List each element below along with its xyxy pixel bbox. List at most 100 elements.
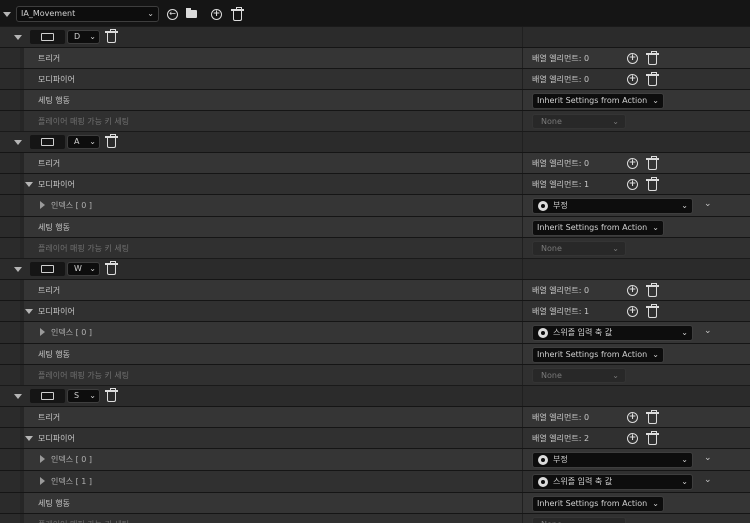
chevron-down-icon[interactable]: ⌄	[704, 326, 712, 336]
trash-icon[interactable]	[646, 283, 659, 297]
setting-behavior-select[interactable]: Inherit Settings from Action ⌄	[532, 220, 664, 236]
input-action-combo[interactable]: IA_Movement ⌄	[16, 6, 159, 22]
keyboard-icon[interactable]	[30, 135, 65, 149]
trash-icon[interactable]	[105, 388, 118, 402]
expand-arrow-icon[interactable]	[25, 436, 33, 441]
setting-behavior-select[interactable]: Inherit Settings from Action ⌄	[532, 347, 664, 363]
trash-icon[interactable]	[105, 29, 118, 43]
expand-arrow-icon[interactable]	[40, 328, 45, 336]
keyboard-icon[interactable]	[30, 262, 65, 276]
add-modifier-icon[interactable]: +	[627, 306, 638, 317]
trash-icon[interactable]	[231, 7, 244, 21]
player-mappable-value: None	[541, 117, 562, 126]
triggers-label: 트리거	[38, 159, 61, 168]
key-select[interactable]: D ⌄	[67, 30, 100, 44]
trash-icon[interactable]	[646, 156, 659, 170]
add-trigger-icon[interactable]: +	[627, 412, 638, 423]
collapse-arrow-icon[interactable]	[14, 140, 22, 145]
chevron-down-icon[interactable]: ⌄	[704, 475, 712, 485]
modifiers-count: 배열 엘리먼트: 0	[532, 75, 590, 84]
expand-arrow-icon[interactable]	[25, 182, 33, 187]
modifier-select[interactable]: 스위즐 입력 축 값 ⌄	[532, 325, 693, 341]
trash-icon[interactable]	[105, 134, 118, 148]
setting-behavior-value: Inherit Settings from Action	[537, 499, 648, 508]
add-trigger-icon[interactable]: +	[627, 285, 638, 296]
expand-arrow-icon[interactable]	[25, 309, 33, 314]
chevron-down-icon[interactable]: ⌄	[704, 199, 712, 209]
keyboard-icon[interactable]	[30, 30, 65, 44]
modifiers-count: 배열 엘리먼트: 2	[532, 434, 590, 443]
chevron-down-icon: ⌄	[89, 137, 96, 146]
player-mappable-row: 플레이어 매핑 가능 키 세팅 None ⌄	[0, 364, 750, 385]
setting-behavior-value: Inherit Settings from Action	[537, 223, 648, 232]
key-select[interactable]: W ⌄	[67, 262, 100, 276]
keyboard-icon[interactable]	[30, 389, 65, 403]
chevron-down-icon: ⌄	[89, 391, 96, 400]
player-mappable-value: None	[541, 371, 562, 380]
modifier-index-label: 인덱스 [ 0 ]	[51, 455, 93, 464]
top-toolbar: IA_Movement ⌄ ← +	[0, 0, 750, 28]
modifier-value: 스위즐 입력 축 값	[553, 328, 613, 337]
setting-behavior-label: 세팅 행동	[38, 350, 70, 359]
expand-arrow-icon[interactable]	[40, 455, 45, 463]
modifiers-label: 모디파이어	[38, 75, 75, 84]
add-modifier-icon[interactable]: +	[627, 433, 638, 444]
chevron-down-icon: ⌄	[681, 328, 688, 337]
collapse-arrow-icon[interactable]	[14, 394, 22, 399]
player-mappable-select[interactable]: None ⌄	[532, 368, 626, 383]
modifier-select[interactable]: 부정 ⌄	[532, 452, 693, 468]
trash-icon[interactable]	[105, 261, 118, 275]
modifiers-label: 모디파이어	[38, 180, 75, 189]
add-modifier-icon[interactable]: +	[627, 179, 638, 190]
chevron-down-icon[interactable]: ⌄	[704, 453, 712, 463]
modifier-index-row: 인덱스 [ 1 ] 스위즐 입력 축 값 ⌄ ⌄	[0, 470, 750, 492]
add-trigger-icon[interactable]: +	[627, 53, 638, 64]
modifiers-row: 모디파이어 배열 엘리먼트: 1 +	[0, 300, 750, 321]
trash-icon[interactable]	[646, 51, 659, 65]
trash-icon[interactable]	[646, 304, 659, 318]
browse-folder-icon[interactable]	[186, 8, 197, 19]
modifier-select[interactable]: 부정 ⌄	[532, 198, 693, 214]
add-mapping-icon[interactable]: +	[211, 9, 222, 20]
modifier-class-icon	[538, 455, 548, 465]
chevron-down-icon: ⌄	[652, 499, 659, 508]
chevron-down-icon: ⌄	[652, 350, 659, 359]
setting-behavior-select[interactable]: Inherit Settings from Action ⌄	[532, 496, 664, 512]
collapse-arrow-icon[interactable]	[14, 267, 22, 272]
chevron-down-icon: ⌄	[147, 9, 154, 18]
expand-arrow-icon[interactable]	[40, 477, 45, 485]
add-modifier-icon[interactable]: +	[627, 74, 638, 85]
collapse-arrow-icon[interactable]	[14, 35, 22, 40]
setting-behavior-label: 세팅 행동	[38, 223, 70, 232]
modifier-index-row: 인덱스 [ 0 ] 부정 ⌄ ⌄	[0, 194, 750, 216]
chevron-down-icon: ⌄	[612, 518, 619, 523]
setting-behavior-select[interactable]: Inherit Settings from Action ⌄	[532, 93, 664, 109]
player-mappable-select[interactable]: None ⌄	[532, 114, 626, 129]
triggers-label: 트리거	[38, 54, 61, 63]
trash-icon[interactable]	[646, 177, 659, 191]
player-mappable-value: None	[541, 244, 562, 253]
chevron-down-icon: ⌄	[612, 117, 619, 126]
collapse-mappings-arrow[interactable]	[3, 12, 11, 17]
expand-arrow-icon[interactable]	[40, 201, 45, 209]
modifier-select[interactable]: 스위즐 입력 축 값 ⌄	[532, 474, 693, 490]
modifiers-row: 모디파이어 배열 엘리먼트: 0 +	[0, 68, 750, 89]
player-mappable-select[interactable]: None ⌄	[532, 241, 626, 256]
player-mappable-label: 플레이어 매핑 가능 키 세팅	[38, 117, 130, 126]
trash-icon[interactable]	[646, 72, 659, 86]
triggers-label: 트리거	[38, 286, 61, 295]
trash-icon[interactable]	[646, 410, 659, 424]
key-select[interactable]: S ⌄	[67, 389, 100, 403]
modifier-class-icon	[538, 328, 548, 338]
add-trigger-icon[interactable]: +	[627, 158, 638, 169]
modifier-class-icon	[538, 201, 548, 211]
back-arrow-icon[interactable]: ←	[167, 9, 178, 20]
player-mappable-label: 플레이어 매핑 가능 키 세팅	[38, 519, 129, 523]
mapping-header: W ⌄	[0, 258, 750, 279]
setting-behavior-row: 세팅 행동 Inherit Settings from Action ⌄	[0, 492, 750, 513]
chevron-down-icon: ⌄	[89, 32, 96, 41]
player-mappable-select[interactable]: None ⌄	[532, 517, 626, 523]
trash-icon[interactable]	[646, 431, 659, 445]
setting-behavior-row: 세팅 행동 Inherit Settings from Action ⌄	[0, 216, 750, 237]
key-select[interactable]: A ⌄	[67, 135, 100, 149]
